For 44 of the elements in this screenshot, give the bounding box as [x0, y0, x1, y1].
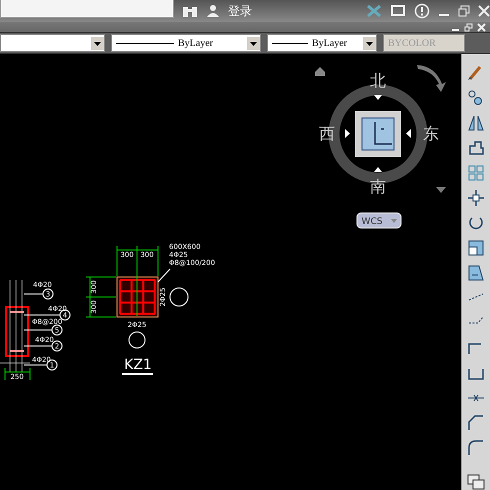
- wcs-menu[interactable]: WCS: [356, 212, 402, 228]
- home-icon[interactable]: [315, 67, 325, 76]
- stretch-icon[interactable]: [466, 263, 486, 283]
- callout-circle: [52, 340, 62, 352]
- compass-label[interactable]: 北: [370, 71, 386, 90]
- dropdown-field[interactable]: ByLayer: [111, 34, 261, 52]
- chamfer-icon[interactable]: [466, 413, 486, 433]
- section-title: KZ1: [124, 357, 152, 373]
- callout-circle: [42, 288, 54, 300]
- restore-icon[interactable]: [458, 5, 470, 17]
- section-circle: [128, 332, 146, 348]
- arrow-icon[interactable]: [345, 129, 350, 138]
- close-icon[interactable]: [477, 22, 486, 32]
- caret-icon[interactable]: [436, 187, 446, 193]
- compass-label[interactable]: 东: [423, 124, 439, 143]
- rotate-arrow-icon[interactable]: [417, 65, 446, 92]
- login-link[interactable]: 登录: [228, 2, 252, 20]
- array-icon[interactable]: [466, 163, 486, 183]
- scale-icon[interactable]: [466, 238, 486, 258]
- title-underline: [122, 373, 153, 375]
- arrow-icon[interactable]: [406, 129, 411, 138]
- close-icon[interactable]: [478, 5, 490, 17]
- restore-icon[interactable]: [464, 22, 473, 32]
- windows-icon[interactable]: [466, 473, 486, 490]
- dropdown-field[interactable]: [0, 34, 105, 52]
- leader-line: [24, 364, 48, 366]
- arrow-icon[interactable]: [374, 167, 382, 172]
- section-circle: [170, 288, 188, 306]
- compass-label[interactable]: 西: [319, 124, 335, 143]
- callout-circle: [52, 324, 62, 336]
- column-section-drawing: [116, 276, 158, 318]
- dropdown-field[interactable]: ByLayer: [267, 34, 377, 52]
- person-icon[interactable]: [206, 4, 220, 18]
- dimension-lines: [4, 368, 30, 380]
- help-icon[interactable]: [414, 3, 430, 19]
- arrow-icon[interactable]: [374, 95, 382, 100]
- view-cube[interactable]: [355, 111, 401, 157]
- fillet-icon[interactable]: [466, 438, 486, 458]
- leader-line: [158, 268, 170, 282]
- move-icon[interactable]: [466, 188, 486, 208]
- mirror-icon[interactable]: [466, 113, 486, 133]
- compass-label[interactable]: 南: [370, 177, 386, 196]
- leader-line: [24, 314, 60, 316]
- search-field[interactable]: [0, 0, 174, 18]
